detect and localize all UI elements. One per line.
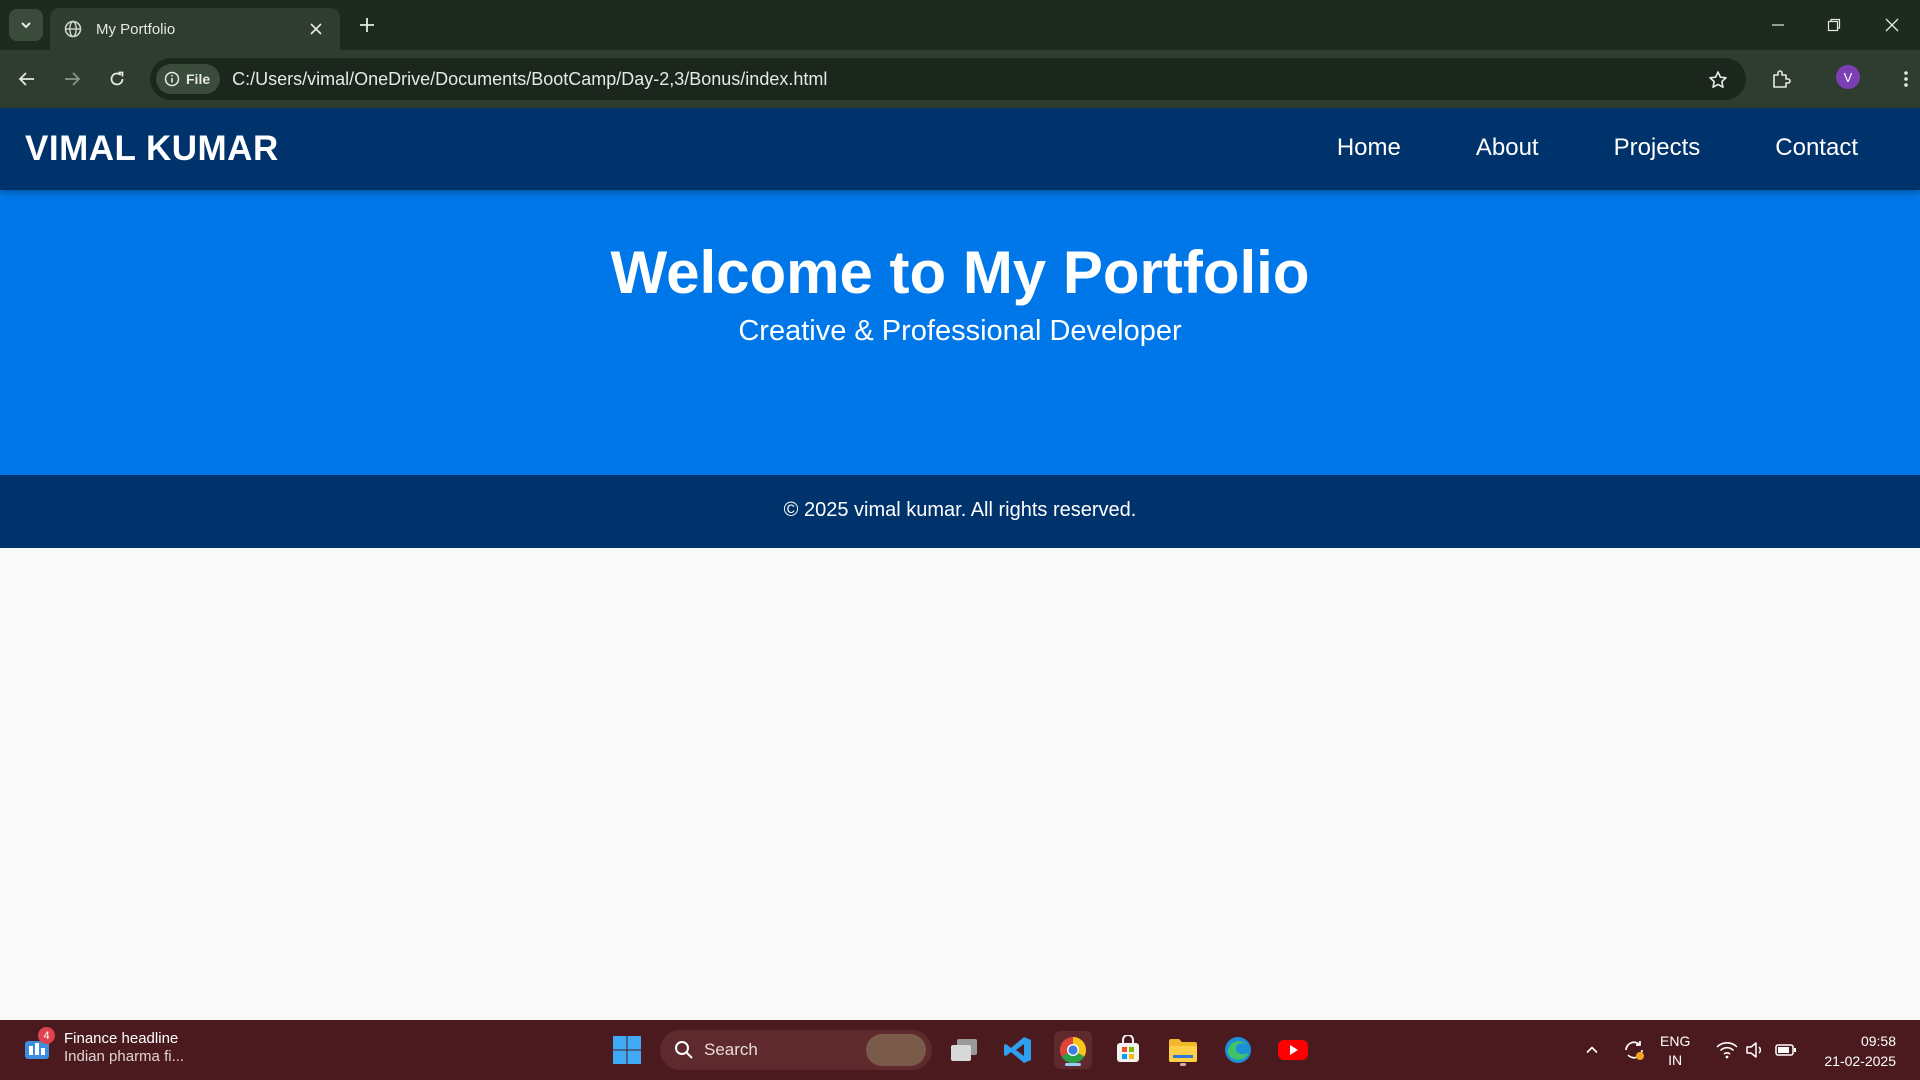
youtube-icon xyxy=(1278,1040,1308,1060)
battery-icon xyxy=(1775,1044,1796,1056)
profile-avatar[interactable]: V xyxy=(1836,65,1860,89)
reload-button[interactable] xyxy=(102,64,132,94)
star-icon xyxy=(1709,71,1727,88)
arrow-right-icon xyxy=(65,72,81,86)
language-indicator[interactable]: ENG IN xyxy=(1660,1032,1690,1070)
forward-button[interactable] xyxy=(57,64,87,94)
language-code: ENG xyxy=(1660,1033,1691,1049)
running-indicator xyxy=(1180,1063,1186,1066)
hero-subtitle: Creative & Professional Developer xyxy=(738,315,1182,347)
tray-wifi[interactable] xyxy=(1714,1020,1740,1080)
clock-time: 09:58 xyxy=(1860,1033,1896,1049)
browser-tab-strip: My Portfolio xyxy=(0,0,1920,50)
globe-icon xyxy=(64,20,82,38)
reload-icon xyxy=(110,71,124,86)
tray-battery[interactable] xyxy=(1772,1020,1800,1080)
store-icon xyxy=(1117,1035,1139,1062)
search-label: Search xyxy=(704,1040,758,1059)
close-icon xyxy=(1885,18,1899,32)
news-widget[interactable]: 4 Finance headline Indian pharma fi... xyxy=(22,1027,184,1066)
close-icon xyxy=(310,23,322,35)
news-badge: 4 xyxy=(38,1027,55,1044)
arrow-left-icon xyxy=(18,72,34,86)
site-info-label: File xyxy=(186,71,211,87)
chevron-up-icon xyxy=(1586,1046,1598,1054)
nav-link-projects[interactable]: Projects xyxy=(1614,134,1701,162)
taskbar-search[interactable]: Search xyxy=(660,1030,932,1070)
url-text: C:/Users/vimal/OneDrive/Documents/BootCa… xyxy=(232,68,828,89)
extensions-button[interactable] xyxy=(1766,64,1796,94)
nav-link-home[interactable]: Home xyxy=(1337,134,1401,162)
plus-icon xyxy=(360,18,374,32)
restore-icon xyxy=(1827,18,1841,32)
hero-title: Welcome to My Portfolio xyxy=(610,239,1310,306)
folder-icon xyxy=(1169,1039,1197,1062)
taskbar-chrome[interactable] xyxy=(1054,1031,1092,1069)
tab-close-button[interactable] xyxy=(306,19,326,39)
tray-overflow-button[interactable] xyxy=(1580,1020,1604,1080)
footer-copyright: © 2025 vimal kumar. All rights reserved. xyxy=(783,499,1137,521)
windows-icon xyxy=(613,1036,641,1064)
chrome-icon xyxy=(1059,1036,1087,1064)
taskbar-file-explorer[interactable] xyxy=(1164,1031,1202,1069)
site-footer: © 2025 vimal kumar. All rights reserved. xyxy=(0,475,1920,548)
minimize-icon xyxy=(1772,24,1784,26)
address-bar[interactable]: File C:/Users/vimal/OneDrive/Documents/B… xyxy=(150,58,1746,100)
news-text: Finance headline Indian pharma fi... xyxy=(64,1030,184,1066)
region-code: IN xyxy=(1668,1052,1683,1068)
nav-link-contact[interactable]: Contact xyxy=(1775,134,1858,162)
web-page: VIMAL KUMAR Home About Projects Contact … xyxy=(0,108,1920,1020)
info-icon xyxy=(164,71,180,87)
search-icon xyxy=(675,1041,693,1059)
task-view-icon xyxy=(951,1039,977,1061)
news-title: Finance headline xyxy=(64,1030,179,1047)
search-highlight-image xyxy=(866,1034,926,1066)
hero-section: Welcome to My Portfolio Creative & Profe… xyxy=(0,190,1920,475)
clock[interactable]: 09:58 21-02-2025 xyxy=(1824,1031,1896,1071)
tray-sync[interactable] xyxy=(1620,1020,1648,1080)
site-nav-links: Home About Projects Contact xyxy=(1262,134,1858,162)
site-info-chip[interactable]: File xyxy=(156,64,221,94)
new-tab-button[interactable] xyxy=(353,11,381,39)
more-vertical-icon xyxy=(1904,71,1908,87)
tab-search-button[interactable] xyxy=(9,9,43,41)
taskbar-vscode[interactable] xyxy=(999,1031,1037,1069)
taskbar-task-view[interactable] xyxy=(945,1031,983,1069)
speaker-icon xyxy=(1746,1042,1762,1058)
tab-title: My Portfolio xyxy=(96,20,176,38)
minimize-button[interactable] xyxy=(1750,0,1806,50)
edge-icon xyxy=(1225,1037,1251,1063)
tray-volume[interactable] xyxy=(1742,1020,1768,1080)
tab-my-portfolio[interactable]: My Portfolio xyxy=(50,8,340,50)
window-close-button[interactable] xyxy=(1864,0,1920,50)
back-button[interactable] xyxy=(12,64,42,94)
vscode-icon xyxy=(1004,1037,1031,1063)
wifi-icon xyxy=(1716,1042,1738,1059)
taskbar-store[interactable] xyxy=(1109,1031,1147,1069)
news-icon: 4 xyxy=(22,1027,55,1063)
restore-button[interactable] xyxy=(1806,0,1862,50)
sync-icon xyxy=(1625,1041,1644,1060)
clock-date: 21-02-2025 xyxy=(1824,1053,1896,1069)
chevron-down-icon xyxy=(21,22,31,29)
taskbar-edge[interactable] xyxy=(1219,1031,1257,1069)
site-logo: VIMAL KUMAR xyxy=(25,129,279,168)
puzzle-icon xyxy=(1773,70,1791,88)
start-button[interactable] xyxy=(608,1031,646,1069)
browser-toolbar: File C:/Users/vimal/OneDrive/Documents/B… xyxy=(0,50,1920,108)
nav-link-about[interactable]: About xyxy=(1476,134,1539,162)
menu-button[interactable] xyxy=(1891,64,1920,94)
taskbar: 4 Finance headline Indian pharma fi... S… xyxy=(0,1020,1920,1080)
news-subtitle: Indian pharma fi... xyxy=(64,1048,185,1065)
site-navbar: VIMAL KUMAR Home About Projects Contact xyxy=(0,108,1920,190)
active-indicator xyxy=(1065,1063,1081,1066)
taskbar-youtube[interactable] xyxy=(1274,1031,1312,1069)
bookmark-button[interactable] xyxy=(1706,68,1730,92)
